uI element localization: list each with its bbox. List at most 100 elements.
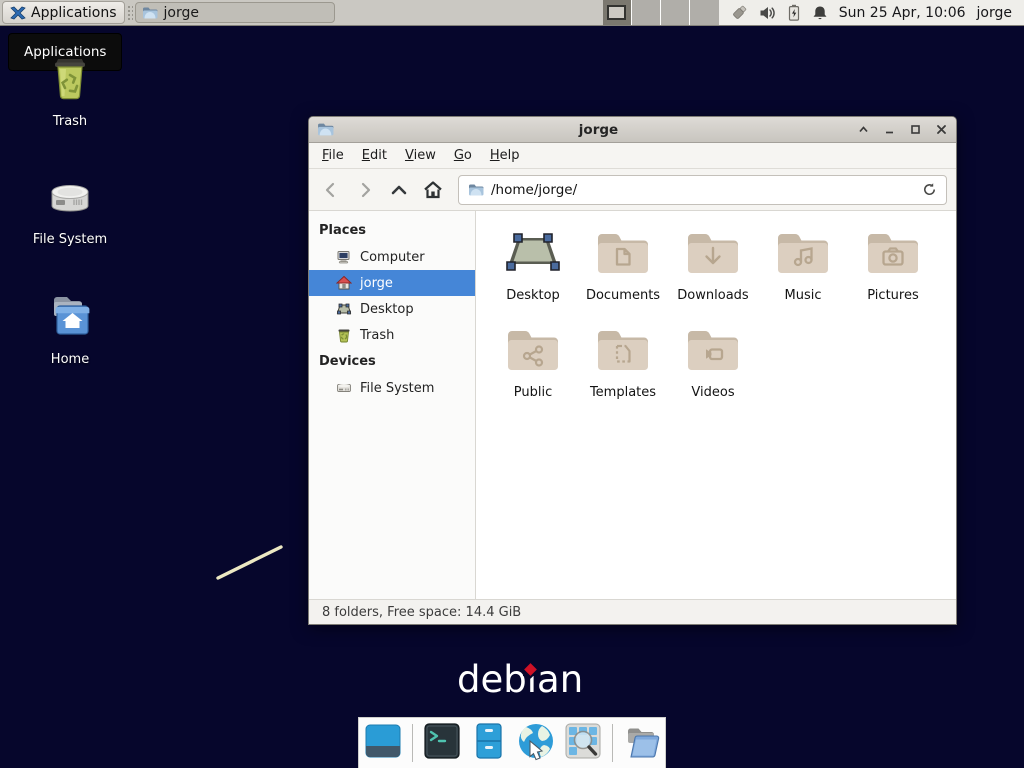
applications-menu-label: Applications [31,5,117,21]
sidebar-places-header: Places [309,217,475,244]
forward-button[interactable] [352,177,378,203]
file-label: Downloads [677,288,748,303]
notifications-bell-icon[interactable] [812,5,828,21]
file-tile-public[interactable]: Public [488,322,578,419]
app-finder-launcher[interactable] [562,722,604,764]
window-content: Places Computer [309,211,956,599]
trash-icon [44,52,96,108]
workspace-4[interactable] [690,0,719,25]
public-folder-icon [504,326,562,378]
toolbar: /home/jorge/ [309,169,956,211]
desktop-icon-home[interactable]: Home [10,290,130,367]
close-button[interactable] [935,123,948,136]
file-manager-launcher[interactable] [468,722,510,764]
system-tray: Sun 25 Apr, 10:06 jorge [719,0,1024,25]
file-tile-documents[interactable]: Documents [578,225,668,322]
downloads-folder-icon [684,229,742,281]
file-tile-pictures[interactable]: Pictures [848,225,938,322]
terminal-icon [422,721,462,765]
sidebar-item-desktop[interactable]: Desktop [309,296,475,322]
taskbar-window-button[interactable]: jorge [135,2,335,23]
shade-button[interactable] [857,123,870,136]
sidebar-item-computer[interactable]: Computer [309,244,475,270]
workspace-1[interactable] [603,0,632,25]
path-input[interactable]: /home/jorge/ [491,182,915,198]
workspace-window-thumb [607,5,626,20]
clock[interactable]: Sun 25 Apr, 10:06 [839,5,966,21]
drive-icon [336,380,352,396]
volume-icon[interactable] [759,5,776,21]
sidebar-item-file-system[interactable]: File System [309,375,475,401]
workspace-2[interactable] [632,0,661,25]
home-folder-icon [44,290,96,346]
statusbar: 8 folders, Free space: 14.4 GiB [309,599,956,624]
pictures-folder-icon [864,229,922,281]
sidebar-item-label: Computer [360,250,425,265]
file-label: Pictures [867,288,918,303]
file-tile-desktop[interactable]: Desktop [488,225,578,322]
folder-shortcut[interactable] [621,722,663,764]
sidebar-item-label: File System [360,381,434,396]
file-tile-templates[interactable]: Templates [578,322,668,419]
menu-view[interactable]: View [396,144,445,167]
workspace-switcher [603,0,719,25]
folder-icon [142,6,158,20]
path-bar[interactable]: /home/jorge/ [458,175,947,205]
menu-file[interactable]: File [313,144,353,167]
menu-help[interactable]: Help [481,144,529,167]
home-button[interactable] [420,177,446,203]
sidebar-item-trash[interactable]: Trash [309,322,475,348]
reload-icon[interactable] [922,182,937,197]
file-tile-music[interactable]: Music [758,225,848,322]
menu-edit[interactable]: Edit [353,144,396,167]
up-button[interactable] [386,177,412,203]
templates-folder-icon [594,326,652,378]
user-menu[interactable]: jorge [977,5,1014,21]
desktop-icon-label: Trash [53,114,87,129]
maximize-button[interactable] [909,123,922,136]
desktop-icon [336,301,352,317]
file-tile-downloads[interactable]: Downloads [668,225,758,322]
sidebar-item-jorge[interactable]: jorge [309,270,475,296]
titlebar[interactable]: jorge [309,117,956,143]
desktop-icon-label: File System [33,232,107,247]
desktop-icon-trash[interactable]: Trash [10,52,130,129]
workspace-3[interactable] [661,0,690,25]
back-button[interactable] [318,177,344,203]
open-folder-icon [622,721,662,765]
trash-icon [336,327,352,343]
hard-drive-icon [44,170,96,226]
panel-spacer [335,0,603,25]
minimize-button[interactable] [883,123,896,136]
dock-separator [412,724,413,762]
usb-device-icon[interactable] [731,4,748,21]
xfce-menu-icon [10,5,26,21]
file-label: Desktop [506,288,560,303]
sidebar-item-label: jorge [360,276,393,291]
music-folder-icon [774,229,832,281]
file-label: Videos [691,385,734,400]
computer-icon [336,249,352,265]
wallpaper-scratch-line [210,540,292,590]
panel-handle[interactable] [126,4,133,21]
terminal-launcher[interactable] [421,722,463,764]
file-label: Public [514,385,552,400]
menu-go[interactable]: Go [445,144,481,167]
show-desktop-button[interactable] [362,722,404,764]
debian-logo: debian [457,658,583,704]
applications-menu-button[interactable]: Applications [2,1,125,24]
app-finder-icon [563,721,603,765]
battery-charging-icon[interactable] [787,4,801,21]
window-title: jorge [340,122,857,138]
menubar: File Edit View Go Help [309,143,956,169]
window-folder-icon [317,122,334,137]
sidebar: Places Computer [309,211,476,599]
web-browser-launcher[interactable] [515,722,557,764]
desktop-special-icon [504,229,562,281]
desktop-icon-file-system[interactable]: File System [10,170,130,247]
desktop-icon-label: Home [51,352,89,367]
videos-folder-icon [684,326,742,378]
debian-logo-text: debian [457,658,583,701]
files-area[interactable]: Desktop Documents [476,211,956,599]
file-tile-videos[interactable]: Videos [668,322,758,419]
